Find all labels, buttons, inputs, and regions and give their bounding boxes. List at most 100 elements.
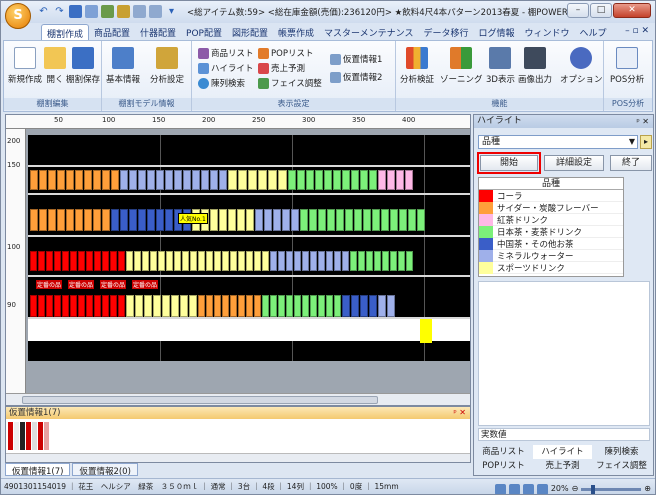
product-facing[interactable]	[254, 295, 261, 317]
product-facing[interactable]	[62, 295, 69, 317]
product-facing[interactable]	[273, 209, 281, 231]
product-facing[interactable]	[351, 170, 359, 190]
product-facing[interactable]	[306, 170, 314, 190]
product-facing[interactable]	[255, 209, 263, 231]
product-facing[interactable]	[150, 251, 157, 271]
product-facing[interactable]	[318, 209, 326, 231]
product-facing[interactable]	[110, 251, 117, 271]
product-facing[interactable]	[206, 295, 213, 317]
product-facing[interactable]	[46, 295, 53, 317]
product-facing[interactable]	[129, 209, 137, 231]
product-facing[interactable]	[102, 209, 110, 231]
maximize-button[interactable]: □	[590, 3, 612, 18]
product-facing[interactable]	[30, 170, 38, 190]
save-icon[interactable]	[69, 5, 82, 18]
product-facing[interactable]	[120, 170, 128, 190]
product-facing[interactable]	[358, 251, 365, 271]
pop-label[interactable]: 定番の品	[100, 280, 127, 289]
product-facing[interactable]	[363, 209, 371, 231]
pop-label[interactable]: 定番の品	[36, 280, 63, 289]
product-facing[interactable]	[282, 209, 290, 231]
product-facing[interactable]	[246, 295, 253, 317]
product-facing[interactable]	[210, 170, 218, 190]
product-facing[interactable]	[318, 251, 325, 271]
product-facing[interactable]	[126, 295, 134, 317]
product-facing[interactable]	[310, 295, 317, 317]
product-facing[interactable]	[324, 170, 332, 190]
canvas-horizontal-scrollbar[interactable]	[6, 393, 470, 405]
legend-item[interactable]: ミネラルウォーター	[479, 249, 623, 262]
product-facing[interactable]	[78, 295, 85, 317]
display-search-button[interactable]: 陳列検索	[198, 77, 245, 89]
product-facing[interactable]	[134, 251, 141, 271]
pos-analysis-button[interactable]: POS分析	[610, 45, 644, 85]
product-facing[interactable]	[326, 251, 333, 271]
product-facing[interactable]	[310, 251, 317, 271]
product-facing[interactable]	[262, 295, 269, 317]
product-facing[interactable]	[147, 170, 155, 190]
panel-pin-close-icon[interactable]: ᵖ ✕	[453, 407, 466, 419]
product-facing[interactable]	[286, 295, 293, 317]
product-facing[interactable]	[219, 209, 227, 231]
product-facing[interactable]	[48, 209, 56, 231]
product-facing[interactable]	[126, 251, 133, 271]
product-facing[interactable]	[297, 170, 305, 190]
product-facing[interactable]	[165, 170, 173, 190]
product-facing[interactable]	[219, 170, 227, 190]
product-thumb[interactable]	[44, 422, 49, 450]
product-facing[interactable]	[93, 170, 101, 190]
product-facing[interactable]	[182, 251, 189, 271]
product-facing[interactable]	[326, 295, 333, 317]
tab-highlight[interactable]: ハイライト	[533, 445, 592, 459]
product-facing[interactable]	[86, 251, 93, 271]
product-facing[interactable]	[327, 209, 335, 231]
product-facing[interactable]	[102, 295, 109, 317]
product-facing[interactable]	[268, 170, 277, 190]
product-facing[interactable]	[171, 295, 179, 317]
product-thumb[interactable]	[20, 422, 25, 450]
product-facing[interactable]	[158, 251, 165, 271]
product-facing[interactable]	[30, 251, 37, 271]
product-facing[interactable]	[48, 170, 56, 190]
pop-tag[interactable]: 人気No.1	[178, 213, 208, 224]
print-icon[interactable]	[85, 5, 98, 18]
product-thumb[interactable]	[32, 422, 37, 450]
product-facing[interactable]	[180, 295, 188, 317]
save-shelf-button[interactable]: 棚割保存	[66, 45, 100, 85]
virtual-product-thumbs[interactable]	[8, 422, 49, 450]
product-facing[interactable]	[248, 170, 257, 190]
product-facing[interactable]	[406, 251, 413, 271]
highlight-button[interactable]: ハイライト	[198, 62, 253, 74]
zoom-out-icon[interactable]: ⊖	[572, 481, 579, 494]
product-facing[interactable]	[138, 209, 146, 231]
product-facing[interactable]	[39, 170, 47, 190]
product-facing[interactable]	[342, 295, 350, 317]
product-facing[interactable]	[174, 170, 182, 190]
mdi-controls[interactable]: – ▫ ✕	[625, 26, 649, 36]
image-output-button[interactable]: 画像出力	[518, 45, 552, 85]
fit-width-icon[interactable]	[522, 483, 534, 494]
product-facing[interactable]	[366, 251, 373, 271]
product-facing[interactable]	[214, 295, 221, 317]
basic-info-button[interactable]: 基本情報	[106, 45, 140, 85]
zoom-slider[interactable]	[581, 484, 642, 494]
product-facing[interactable]	[70, 295, 77, 317]
product-facing[interactable]	[46, 251, 53, 271]
face-adjust-button[interactable]: フェイス調整	[258, 77, 322, 89]
product-facing[interactable]	[165, 209, 173, 231]
product-facing[interactable]	[302, 295, 309, 317]
product-facing[interactable]	[135, 295, 143, 317]
product-facing[interactable]	[254, 251, 261, 271]
redo-icon[interactable]: ↷	[53, 5, 66, 18]
product-facing[interactable]	[162, 295, 170, 317]
product-facing[interactable]	[214, 251, 221, 271]
product-facing[interactable]	[201, 170, 209, 190]
tab-virtual-info-2[interactable]: 仮置情報2(0)	[72, 463, 138, 477]
product-facing[interactable]	[222, 295, 229, 317]
start-button[interactable]: 開始	[477, 152, 541, 174]
analysis-settings-button[interactable]: 分析設定	[150, 45, 184, 85]
product-facing[interactable]	[198, 251, 205, 271]
legend-item[interactable]: 日本茶・麦茶ドリンク	[479, 225, 623, 238]
product-facing[interactable]	[192, 170, 200, 190]
product-facing[interactable]	[336, 209, 344, 231]
